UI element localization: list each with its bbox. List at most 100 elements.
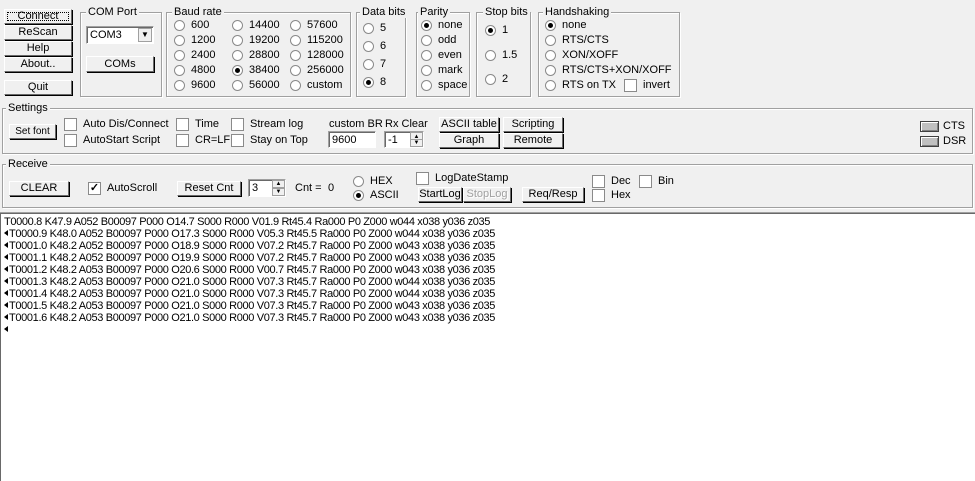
radio-button[interactable]	[290, 65, 301, 76]
start-log-button[interactable]: StartLog	[418, 187, 462, 202]
chevron-down-icon[interactable]: ▼	[138, 28, 152, 42]
radio-button[interactable]	[174, 65, 185, 76]
dec-label: Dec	[611, 175, 631, 187]
help-button[interactable]: Help	[4, 41, 72, 56]
req-resp-button[interactable]: Req/Resp	[522, 187, 584, 202]
spin-down-icon[interactable]: ▼	[272, 188, 285, 196]
line-marker-icon	[4, 242, 8, 248]
radio-label: custom	[307, 79, 343, 91]
radio-button[interactable]	[545, 20, 556, 31]
radio-button[interactable]	[545, 65, 556, 76]
data-bits-title: Data bits	[360, 6, 408, 18]
stop-log-button[interactable]: StopLog	[463, 187, 511, 202]
radio-button[interactable]	[363, 59, 374, 70]
radio-label: 56000	[249, 79, 280, 91]
radio-button[interactable]	[421, 50, 432, 61]
radio-button[interactable]	[290, 50, 301, 61]
scripting-button[interactable]: Scripting	[503, 117, 563, 132]
terminal-line-text: T0001.6 K48.2 A053 B00097 P000 O21.0 S00…	[9, 312, 496, 324]
rescan-button[interactable]: ReScan	[4, 25, 72, 40]
remote-button[interactable]: Remote	[503, 133, 563, 148]
cnt-spin-input[interactable]: 3 ▲ ▼	[248, 179, 286, 197]
receive-title: Receive	[6, 158, 50, 170]
radio-button[interactable]	[545, 35, 556, 46]
radio-label: 38400	[249, 64, 280, 76]
dsr-indicator	[920, 136, 939, 147]
com-port-select[interactable]: COM3 ▼	[86, 26, 154, 44]
radio-label: 1.5	[502, 49, 518, 61]
line-marker-icon	[4, 230, 8, 236]
radio-button[interactable]	[421, 35, 432, 46]
autostart-script-box[interactable]	[64, 134, 77, 147]
line-marker-icon	[4, 314, 8, 320]
custom-br-input[interactable]: 9600	[328, 131, 376, 148]
set-font-button[interactable]: Set font	[9, 124, 56, 139]
about-button[interactable]: About..	[4, 57, 72, 72]
radio-button[interactable]	[174, 20, 185, 31]
bin-box[interactable]	[639, 175, 652, 188]
radio-label: XON/XOFF	[562, 49, 619, 61]
spin-up-icon[interactable]: ▲	[272, 180, 285, 188]
radio-button[interactable]	[485, 25, 496, 36]
hex-radio-button[interactable]	[353, 176, 364, 187]
auto-dis-connect-label: Auto Dis/Connect	[83, 118, 169, 130]
terminal-line-text: T0001.2 K48.2 A053 B00097 P000 O20.6 S00…	[9, 264, 496, 276]
cr-lf-label: CR=LF	[195, 134, 231, 146]
radio-button[interactable]	[545, 80, 556, 91]
receive-terminal[interactable]: T0000.8 K47.9 A052 B00097 P000 O14.7 S00…	[0, 212, 975, 481]
radio-button[interactable]	[174, 50, 185, 61]
graph-button[interactable]: Graph	[439, 133, 499, 148]
radio-label: space	[438, 79, 468, 91]
radio-button[interactable]	[363, 23, 374, 34]
radio-button[interactable]	[485, 50, 496, 61]
cr-lf-box[interactable]	[176, 134, 189, 147]
baud-rate-title: Baud rate	[172, 6, 224, 18]
autoscroll-box[interactable]: ✓	[88, 182, 101, 195]
radio-button[interactable]	[232, 80, 243, 91]
radio-button[interactable]	[363, 41, 374, 52]
radio-button[interactable]	[174, 80, 185, 91]
radio-button[interactable]	[232, 20, 243, 31]
stream-log-box[interactable]	[231, 118, 244, 131]
radio-button[interactable]	[290, 35, 301, 46]
clear-button[interactable]: CLEAR	[9, 181, 69, 196]
invert-check-box[interactable]	[624, 79, 637, 92]
autostart-script-label: AutoStart Script	[83, 134, 161, 146]
terminal-line: T0001.5 K48.2 A053 B00097 P000 O21.0 S00…	[4, 300, 971, 312]
radio-button[interactable]	[290, 80, 301, 91]
connect-button[interactable]: Connect	[4, 9, 72, 24]
coms-button[interactable]: COMs	[86, 56, 154, 72]
bin-label: Bin	[658, 175, 674, 187]
terminal-line-text: T0001.5 K48.2 A053 B00097 P000 O21.0 S00…	[9, 300, 496, 312]
radio-button[interactable]	[485, 74, 496, 85]
log-date-stamp-box[interactable]	[416, 172, 429, 185]
radio-button[interactable]	[421, 20, 432, 31]
auto-dis-connect-box[interactable]	[64, 118, 77, 131]
radio-button[interactable]	[232, 50, 243, 61]
quit-button[interactable]: Quit	[4, 80, 72, 95]
rx-clear-input[interactable]: -1 ▲ ▼	[384, 131, 424, 148]
radio-label: 1	[502, 24, 509, 36]
ascii-radio-button[interactable]	[353, 190, 364, 201]
hex-box[interactable]	[592, 189, 605, 202]
radio-button[interactable]	[363, 77, 374, 88]
radio-label: 2	[502, 73, 509, 85]
rx-clear-label: Rx Clear	[385, 118, 428, 130]
radio-button[interactable]	[174, 35, 185, 46]
terminal-line-text: T0001.0 K48.2 A052 B00097 P000 O18.9 S00…	[9, 240, 496, 252]
radio-button[interactable]	[421, 80, 432, 91]
radio-button[interactable]	[232, 35, 243, 46]
terminal-line-text: T0001.1 K48.2 A052 B00097 P000 O19.9 S00…	[9, 252, 496, 264]
terminal-line: T0000.9 K48.0 A052 B00097 P000 O17.3 S00…	[4, 228, 971, 240]
reset-cnt-button[interactable]: Reset Cnt	[177, 181, 241, 196]
radio-button[interactable]	[421, 65, 432, 76]
dec-box[interactable]	[592, 175, 605, 188]
radio-button[interactable]	[545, 50, 556, 61]
time-box[interactable]	[176, 118, 189, 131]
terminal-line: T0001.6 K48.2 A053 B00097 P000 O21.0 S00…	[4, 312, 971, 324]
stay-on-top-box[interactable]	[231, 134, 244, 147]
ascii-table-button[interactable]: ASCII table	[439, 117, 499, 132]
spin-down-icon[interactable]: ▼	[410, 139, 423, 147]
radio-button[interactable]	[232, 65, 243, 76]
radio-button[interactable]	[290, 20, 301, 31]
